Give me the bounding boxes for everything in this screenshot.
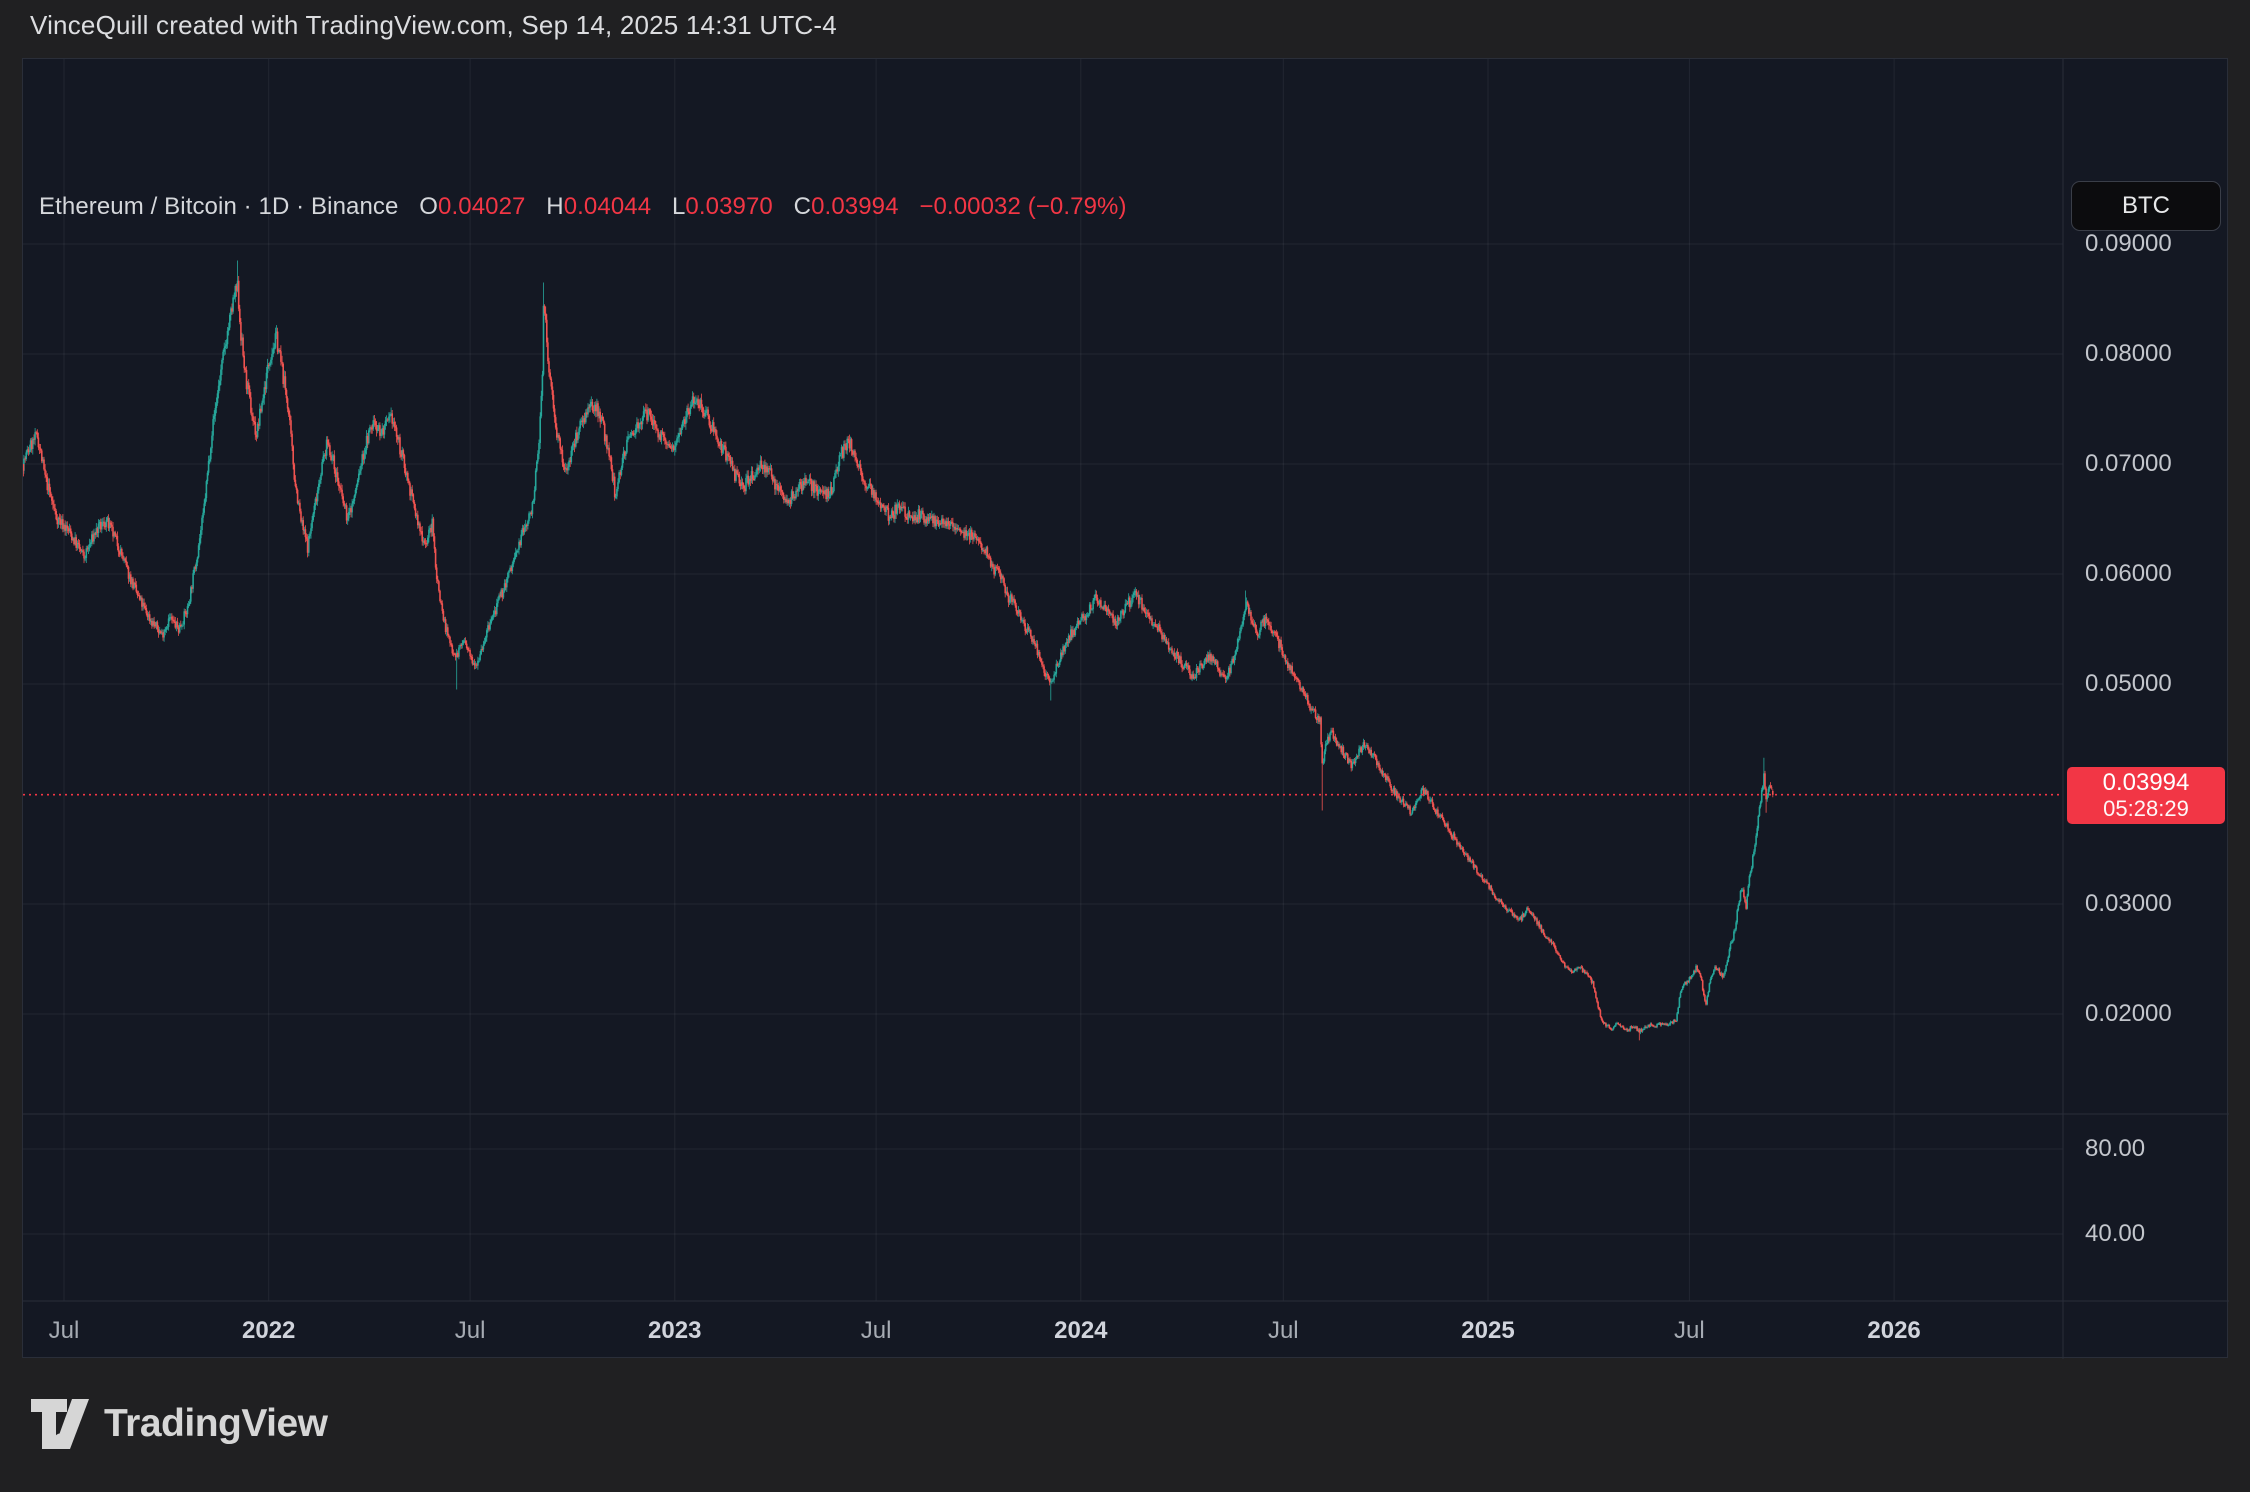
price-axis-label: 0.08000 bbox=[2085, 340, 2172, 368]
bar-countdown: 05:28:29 bbox=[2103, 797, 2189, 822]
chart-legend: Ethereum / Bitcoin · 1D · Binance O0.040… bbox=[39, 193, 1127, 221]
legend-close: C0.03994 bbox=[794, 193, 899, 220]
legend-high: H0.04044 bbox=[546, 193, 651, 220]
legend-symbol: Ethereum / Bitcoin · 1D · Binance bbox=[39, 193, 398, 220]
legend-low: L0.03970 bbox=[672, 193, 773, 220]
time-axis-label: Jul bbox=[1674, 1317, 1705, 1345]
time-axis-label: 2023 bbox=[648, 1317, 701, 1345]
page-title: VinceQuill created with TradingView.com,… bbox=[30, 10, 837, 41]
price-axis-label: 0.05000 bbox=[2085, 670, 2172, 698]
last-price-label[interactable]: 0.03994 05:28:29 bbox=[2067, 767, 2225, 824]
time-axis-label: 2025 bbox=[1461, 1317, 1514, 1345]
time-axis-label: Jul bbox=[1268, 1317, 1299, 1345]
currency-toggle-button[interactable]: BTC bbox=[2071, 181, 2221, 231]
price-axis-label: 0.03000 bbox=[2085, 890, 2172, 918]
legend-change: −0.00032 (−0.79%) bbox=[919, 193, 1126, 220]
time-axis-label: 2022 bbox=[242, 1317, 295, 1345]
tradingview-logo-text: TradingView bbox=[104, 1402, 328, 1446]
price-axis-label: 0.02000 bbox=[2085, 1000, 2172, 1028]
price-axis-label: 0.06000 bbox=[2085, 560, 2172, 588]
time-axis-label: Jul bbox=[49, 1317, 80, 1345]
legend-open: O0.04027 bbox=[419, 193, 525, 220]
tradingview-logo-icon bbox=[30, 1398, 90, 1450]
price-axis-label: 0.07000 bbox=[2085, 450, 2172, 478]
time-axis-label: Jul bbox=[861, 1317, 892, 1345]
candlestick-chart[interactable] bbox=[23, 59, 2229, 1359]
price-axis-label: 0.09000 bbox=[2085, 230, 2172, 258]
time-axis-label: Jul bbox=[455, 1317, 486, 1345]
indicator-axis-label: 40.00 bbox=[2085, 1220, 2145, 1248]
last-price-value: 0.03994 bbox=[2103, 770, 2190, 797]
indicator-axis-label: 80.00 bbox=[2085, 1135, 2145, 1163]
time-axis-label: 2026 bbox=[1867, 1317, 1920, 1345]
time-axis-label: 2024 bbox=[1054, 1317, 1107, 1345]
chart-container: Ethereum / Bitcoin · 1D · Binance O0.040… bbox=[22, 58, 2228, 1358]
tradingview-logo[interactable]: TradingView bbox=[30, 1398, 328, 1450]
